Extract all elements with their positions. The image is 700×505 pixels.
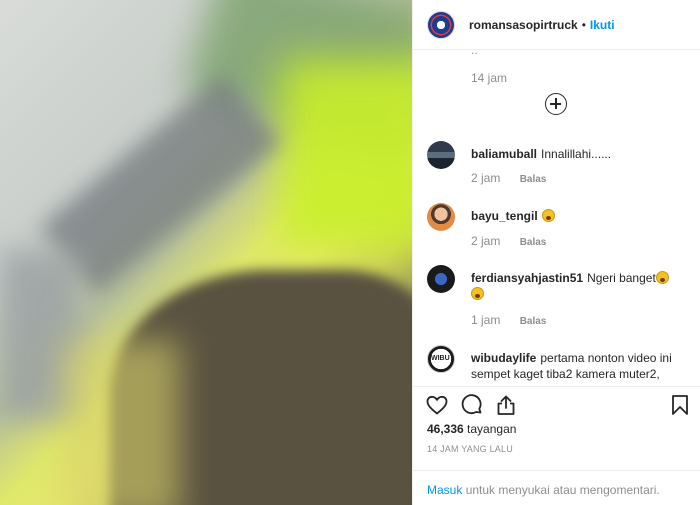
login-link[interactable]: Masuk (427, 483, 462, 497)
follow-button[interactable]: Ikuti (590, 18, 615, 32)
commenter-avatar[interactable] (427, 203, 455, 231)
separator-dot: • (581, 17, 586, 32)
commenter-username[interactable]: ferdiansyahjastin51 (471, 271, 583, 285)
post-header: romansasopirtruck • Ikuti (413, 0, 700, 50)
comment-time: 14 jam (471, 71, 508, 85)
commenter-avatar[interactable] (427, 141, 455, 169)
reply-button[interactable]: Balas (520, 316, 547, 327)
commenter-avatar[interactable] (427, 265, 455, 293)
comments-list[interactable]: .. 14 jam baliamuball Innalillahi...... 2… (413, 51, 700, 386)
truncated-comment-text: .. (471, 51, 478, 57)
commenter-username[interactable]: bayu_tengil (471, 209, 538, 223)
commenter-avatar[interactable]: WIBU (427, 345, 455, 373)
comment-icon[interactable] (460, 393, 484, 417)
heart-icon[interactable] (425, 393, 449, 417)
share-icon[interactable] (494, 393, 518, 417)
comment-time: 1 jam (471, 313, 501, 327)
worried-emoji-icon (655, 271, 669, 284)
comment-text: baliamuball Innalillahi...... (471, 146, 691, 162)
video-frame-shape (60, 340, 180, 505)
login-prompt: Masuk untuk menyukai atau mengomentari. (413, 470, 700, 505)
surprised-emoji-icon (541, 209, 555, 222)
video-frame-shape (280, 60, 412, 250)
comment-meta: 2 jam Balas (471, 171, 546, 185)
comment-time: 2 jam (471, 171, 501, 185)
post-video[interactable] (0, 0, 412, 505)
comment-body: Innalillahi...... (541, 147, 612, 161)
reply-button[interactable]: Balas (520, 237, 547, 248)
comment-body: Ngeri banget (587, 271, 656, 285)
comment-meta: 2 jam Balas (471, 234, 546, 248)
comment-text: ferdiansyahjastin51 Ngeri banget (471, 270, 691, 302)
comment-time: 2 jam (471, 234, 501, 248)
plus-circle-icon[interactable] (545, 93, 567, 115)
commenter-username[interactable]: baliamuball (471, 147, 537, 161)
comment-text: wibudaylife pertama nonton video ini semp… (471, 350, 691, 382)
post-timestamp[interactable]: 14 JAM YANG LALU (427, 444, 513, 454)
views-count[interactable]: 46,336 tayangan (427, 422, 516, 436)
post-side-panel: romansasopirtruck • Ikuti .. 14 jam bali… (412, 0, 700, 505)
author-avatar[interactable] (427, 10, 455, 39)
comment-text: bayu_tengil (471, 208, 691, 224)
reply-button[interactable]: Balas (520, 174, 547, 185)
login-prompt-text: untuk menyukai atau mengomentari. (465, 483, 660, 497)
views-label: tayangan (467, 422, 517, 436)
comment-meta: 1 jam Balas (471, 313, 546, 327)
author-username[interactable]: romansasopirtruck (469, 18, 578, 32)
commenter-username[interactable]: wibudaylife (471, 351, 536, 365)
bookmark-icon[interactable] (668, 393, 692, 417)
views-number: 46,336 (427, 422, 464, 436)
worried-emoji-icon (471, 287, 484, 300)
